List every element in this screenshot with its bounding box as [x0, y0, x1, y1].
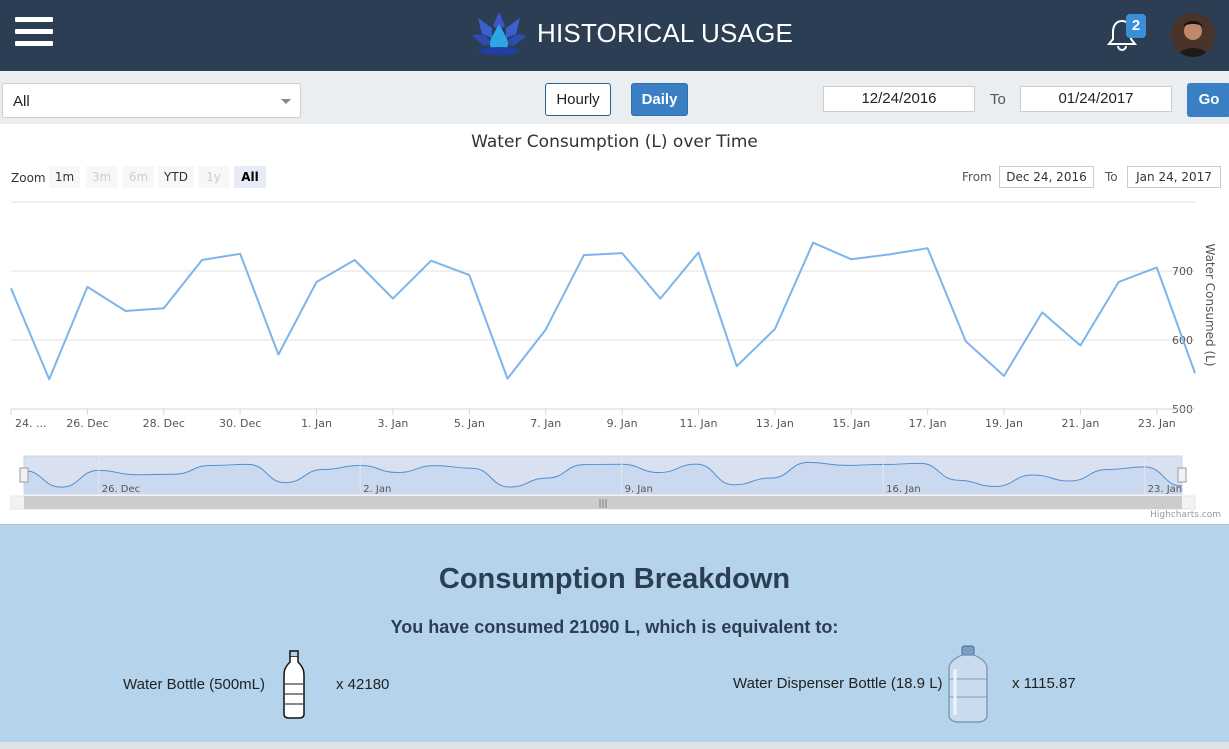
usage-chart: Water Consumption (L) over Time Zoom 1m …: [0, 124, 1229, 524]
water-dispenser-bottle-icon: [948, 645, 988, 723]
menu-icon[interactable]: [15, 17, 53, 51]
page-title: HISTORICAL USAGE: [537, 18, 794, 48]
navigator-label: 2. Jan: [363, 484, 391, 495]
filter-controls: All Hourly Daily 12/24/2016 To 01/24/201…: [0, 71, 1229, 124]
water-bottle-label: Water Bottle (500mL): [123, 676, 265, 693]
water-drop-logo-icon: [472, 12, 526, 55]
y-axis-title: Water Consumed (L): [1203, 243, 1217, 366]
chart-plot: 500600700 Water Consumed (L)24. ... 26. De…: [10, 201, 1217, 510]
end-date-input[interactable]: 01/24/2017: [1020, 86, 1172, 112]
x-tick-label: 23. Jan: [1138, 417, 1176, 430]
x-tick-label: 5. Jan: [454, 417, 485, 430]
x-tick-label: 3. Jan: [377, 417, 408, 430]
date-range-to-label: To: [990, 91, 1006, 108]
y-tick-label: 700: [1172, 265, 1193, 278]
page-footer: [0, 742, 1229, 749]
hourly-button[interactable]: Hourly: [545, 83, 611, 116]
series-line: [10, 241, 1196, 381]
breakdown-title: Consumption Breakdown: [438, 563, 791, 595]
scrollbar-grip-icon: |||: [598, 499, 607, 509]
navigator-handle: [1177, 467, 1187, 483]
x-tick-label: 15. Jan: [832, 417, 870, 430]
device-select[interactable]: All: [2, 83, 301, 118]
go-button[interactable]: Go: [1187, 83, 1229, 117]
x-tick-label: 24. ...: [15, 417, 46, 430]
x-tick-label: 30. Dec: [219, 417, 261, 430]
navigator-label: 9. Jan: [625, 484, 653, 495]
x-tick-label: 26. Dec: [66, 417, 108, 430]
dispenser-bottle-value: x 1115.87: [1012, 675, 1076, 692]
x-tick-label: 11. Jan: [680, 417, 718, 430]
device-select-value: All: [13, 93, 30, 110]
x-tick-label: 7. Jan: [530, 417, 561, 430]
water-bottle-icon: [283, 650, 305, 719]
start-date-input[interactable]: 12/24/2016: [823, 86, 975, 112]
x-tick-label: 21. Jan: [1061, 417, 1099, 430]
x-tick-label: 1. Jan: [301, 417, 332, 430]
breakdown-subtitle: You have consumed 21090 L, which is equi…: [390, 617, 839, 637]
user-avatar[interactable]: [1171, 13, 1215, 57]
water-bottle-value: x 42180: [336, 676, 390, 693]
x-tick-label: 13. Jan: [756, 417, 794, 430]
daily-button[interactable]: Daily: [631, 83, 688, 116]
navigator-label: 26. Dec: [102, 484, 140, 495]
x-tick-label: 19. Jan: [985, 417, 1023, 430]
navigator-label: 23. Jan: [1148, 484, 1183, 495]
highcharts-credits[interactable]: Highcharts.com: [1150, 510, 1221, 520]
consumption-breakdown: Consumption Breakdown You have consumed …: [0, 524, 1229, 742]
dispenser-bottle-label: Water Dispenser Bottle (18.9 L): [733, 675, 943, 692]
navigator-label: 16. Jan: [886, 484, 921, 495]
app-header: HISTORICAL USAGE 2: [0, 0, 1229, 71]
x-tick-label: 9. Jan: [607, 417, 638, 430]
notification-count-badge: 2: [1126, 14, 1146, 38]
navigator-handle: [19, 467, 29, 483]
dropdown-arrow-icon: [281, 99, 291, 104]
x-tick-label: 28. Dec: [143, 417, 185, 430]
x-tick-label: 17. Jan: [909, 417, 947, 430]
